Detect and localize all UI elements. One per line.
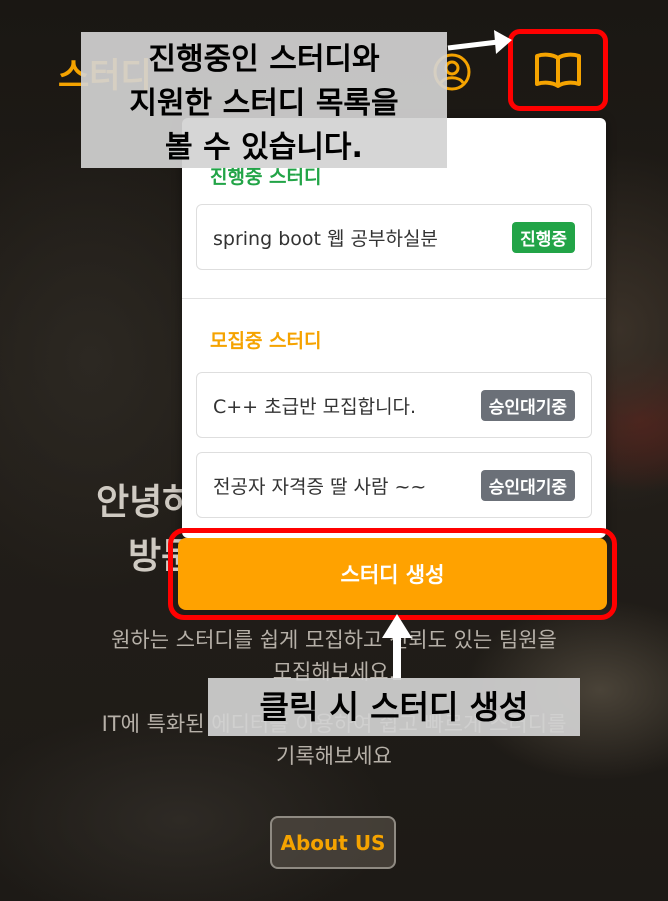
study-name: spring boot 웹 공부하실분 <box>213 227 438 250</box>
annotation-line: 진행중인 스터디와 <box>148 42 380 77</box>
annotation-line: 볼 수 있습니다. <box>165 130 363 165</box>
arrow-right-icon <box>447 30 512 54</box>
annotation-line: 지원한 스터디 목록을 <box>129 86 399 121</box>
about-us-button[interactable]: About US <box>270 816 396 869</box>
annotation-create-study: 클릭 시 스터디 생성 <box>208 678 580 736</box>
create-study-button[interactable]: 스터디 생성 <box>178 538 607 610</box>
recruiting-section-title: 모집중 스터디 <box>210 330 322 352</box>
status-badge: 진행중 <box>512 221 575 253</box>
status-badge: 승인대기중 <box>480 389 575 421</box>
study-card-in-progress[interactable]: spring boot 웹 공부하실분 진행중 <box>196 204 592 270</box>
book-open-icon <box>535 52 581 88</box>
hero-text-line4: 기록해보세요 <box>276 744 392 768</box>
study-name: 전공자 자격증 딸 사람 ~~ <box>213 475 427 498</box>
hero-text-line1: 원하는 스터디를 쉽게 모집하고 신뢰도 있는 팀원을 <box>111 628 557 652</box>
arrow-up-icon <box>382 614 412 680</box>
create-study-highlight: 스터디 생성 <box>168 528 617 620</box>
study-name: C++ 초급반 모집합니다. <box>213 395 417 418</box>
section-divider <box>182 298 606 299</box>
study-list-button[interactable] <box>508 29 608 111</box>
annotation-study-list: 진행중인 스터디와 지원한 스터디 목록을 볼 수 있습니다. <box>81 32 447 168</box>
study-card-recruiting[interactable]: 전공자 자격증 딸 사람 ~~ 승인대기중 <box>196 452 592 518</box>
hero-heading-line1: 안녕하 <box>96 482 196 523</box>
study-card-recruiting[interactable]: C++ 초급반 모집합니다. 승인대기중 <box>196 372 592 438</box>
study-dropdown-panel: 진행중 스터디 spring boot 웹 공부하실분 진행중 모집중 스터디 … <box>182 118 606 538</box>
status-badge: 승인대기중 <box>480 469 575 501</box>
